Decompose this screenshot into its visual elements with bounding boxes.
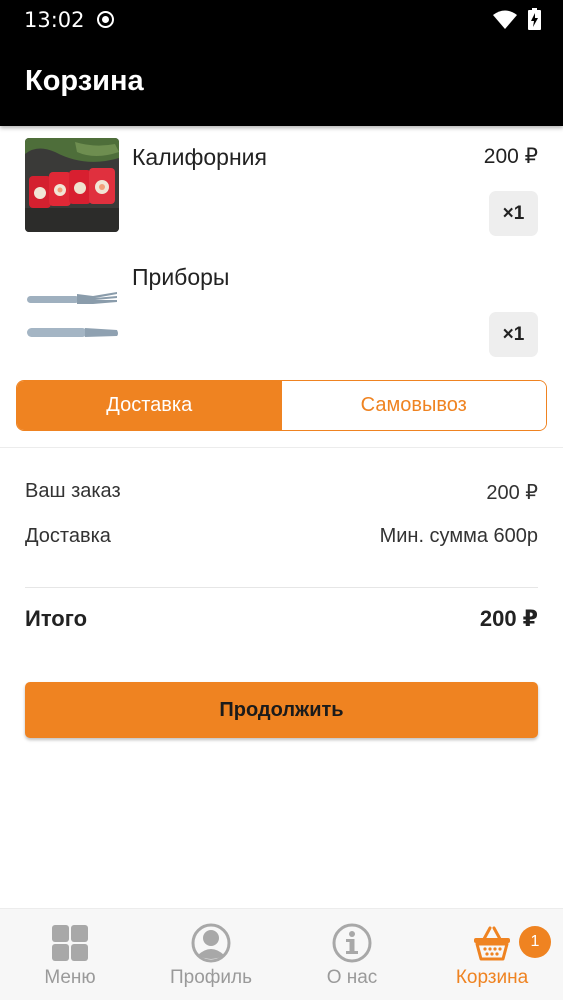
order-label: Ваш заказ (25, 480, 121, 502)
nav-label: Меню (44, 967, 96, 988)
basket-icon (474, 926, 510, 961)
status-bar: 13:02 (0, 0, 563, 40)
item-name: Приборы (132, 264, 230, 290)
quantity-button[interactable]: ×1 (489, 191, 538, 236)
cart-item[interactable]: Калифорния 200 ₽ ×1 (0, 132, 563, 242)
cart-item[interactable]: Приборы ×1 (0, 252, 563, 362)
nav-item-about[interactable]: О нас (282, 909, 422, 1000)
cart-count-badge: 1 (519, 926, 551, 958)
divider (0, 447, 563, 448)
bottom-navigation: Меню Профиль О нас 1 Корзина (0, 908, 563, 1000)
info-icon (332, 923, 372, 963)
sushi-roll-image (25, 138, 119, 232)
item-name: Калифорния (132, 144, 267, 170)
battery-charging-icon (528, 8, 541, 30)
cutlery-image (25, 258, 119, 352)
quantity-button[interactable]: ×1 (489, 312, 538, 357)
item-price: 200 ₽ (483, 145, 538, 168)
order-value: 200 ₽ (486, 482, 538, 504)
delivery-value: Мин. сумма 600р (379, 525, 538, 547)
wifi-icon (493, 10, 517, 29)
nav-label: О нас (326, 967, 378, 988)
tab-pickup[interactable]: Самовывоз (281, 381, 546, 430)
record-icon (97, 11, 114, 28)
grid-icon (52, 925, 88, 961)
tab-delivery[interactable]: Доставка (17, 381, 282, 430)
divider (25, 587, 538, 588)
nav-item-profile[interactable]: Профиль (141, 909, 281, 1000)
profile-icon (191, 923, 231, 963)
app-bar: Корзина (0, 40, 563, 126)
delivery-label: Доставка (25, 525, 111, 547)
page-title: Корзина (25, 65, 144, 97)
total-value: 200 ₽ (479, 606, 538, 631)
nav-item-cart[interactable]: 1 Корзина (422, 909, 562, 1000)
total-label: Итого (25, 606, 88, 631)
continue-button[interactable]: Продолжить (25, 682, 538, 738)
status-time: 13:02 (24, 8, 85, 32)
nav-label: Профиль (169, 967, 253, 988)
nav-label: Корзина (455, 967, 529, 988)
delivery-method-toggle: Доставка Самовывоз (16, 380, 547, 431)
nav-item-menu[interactable]: Меню (0, 909, 140, 1000)
